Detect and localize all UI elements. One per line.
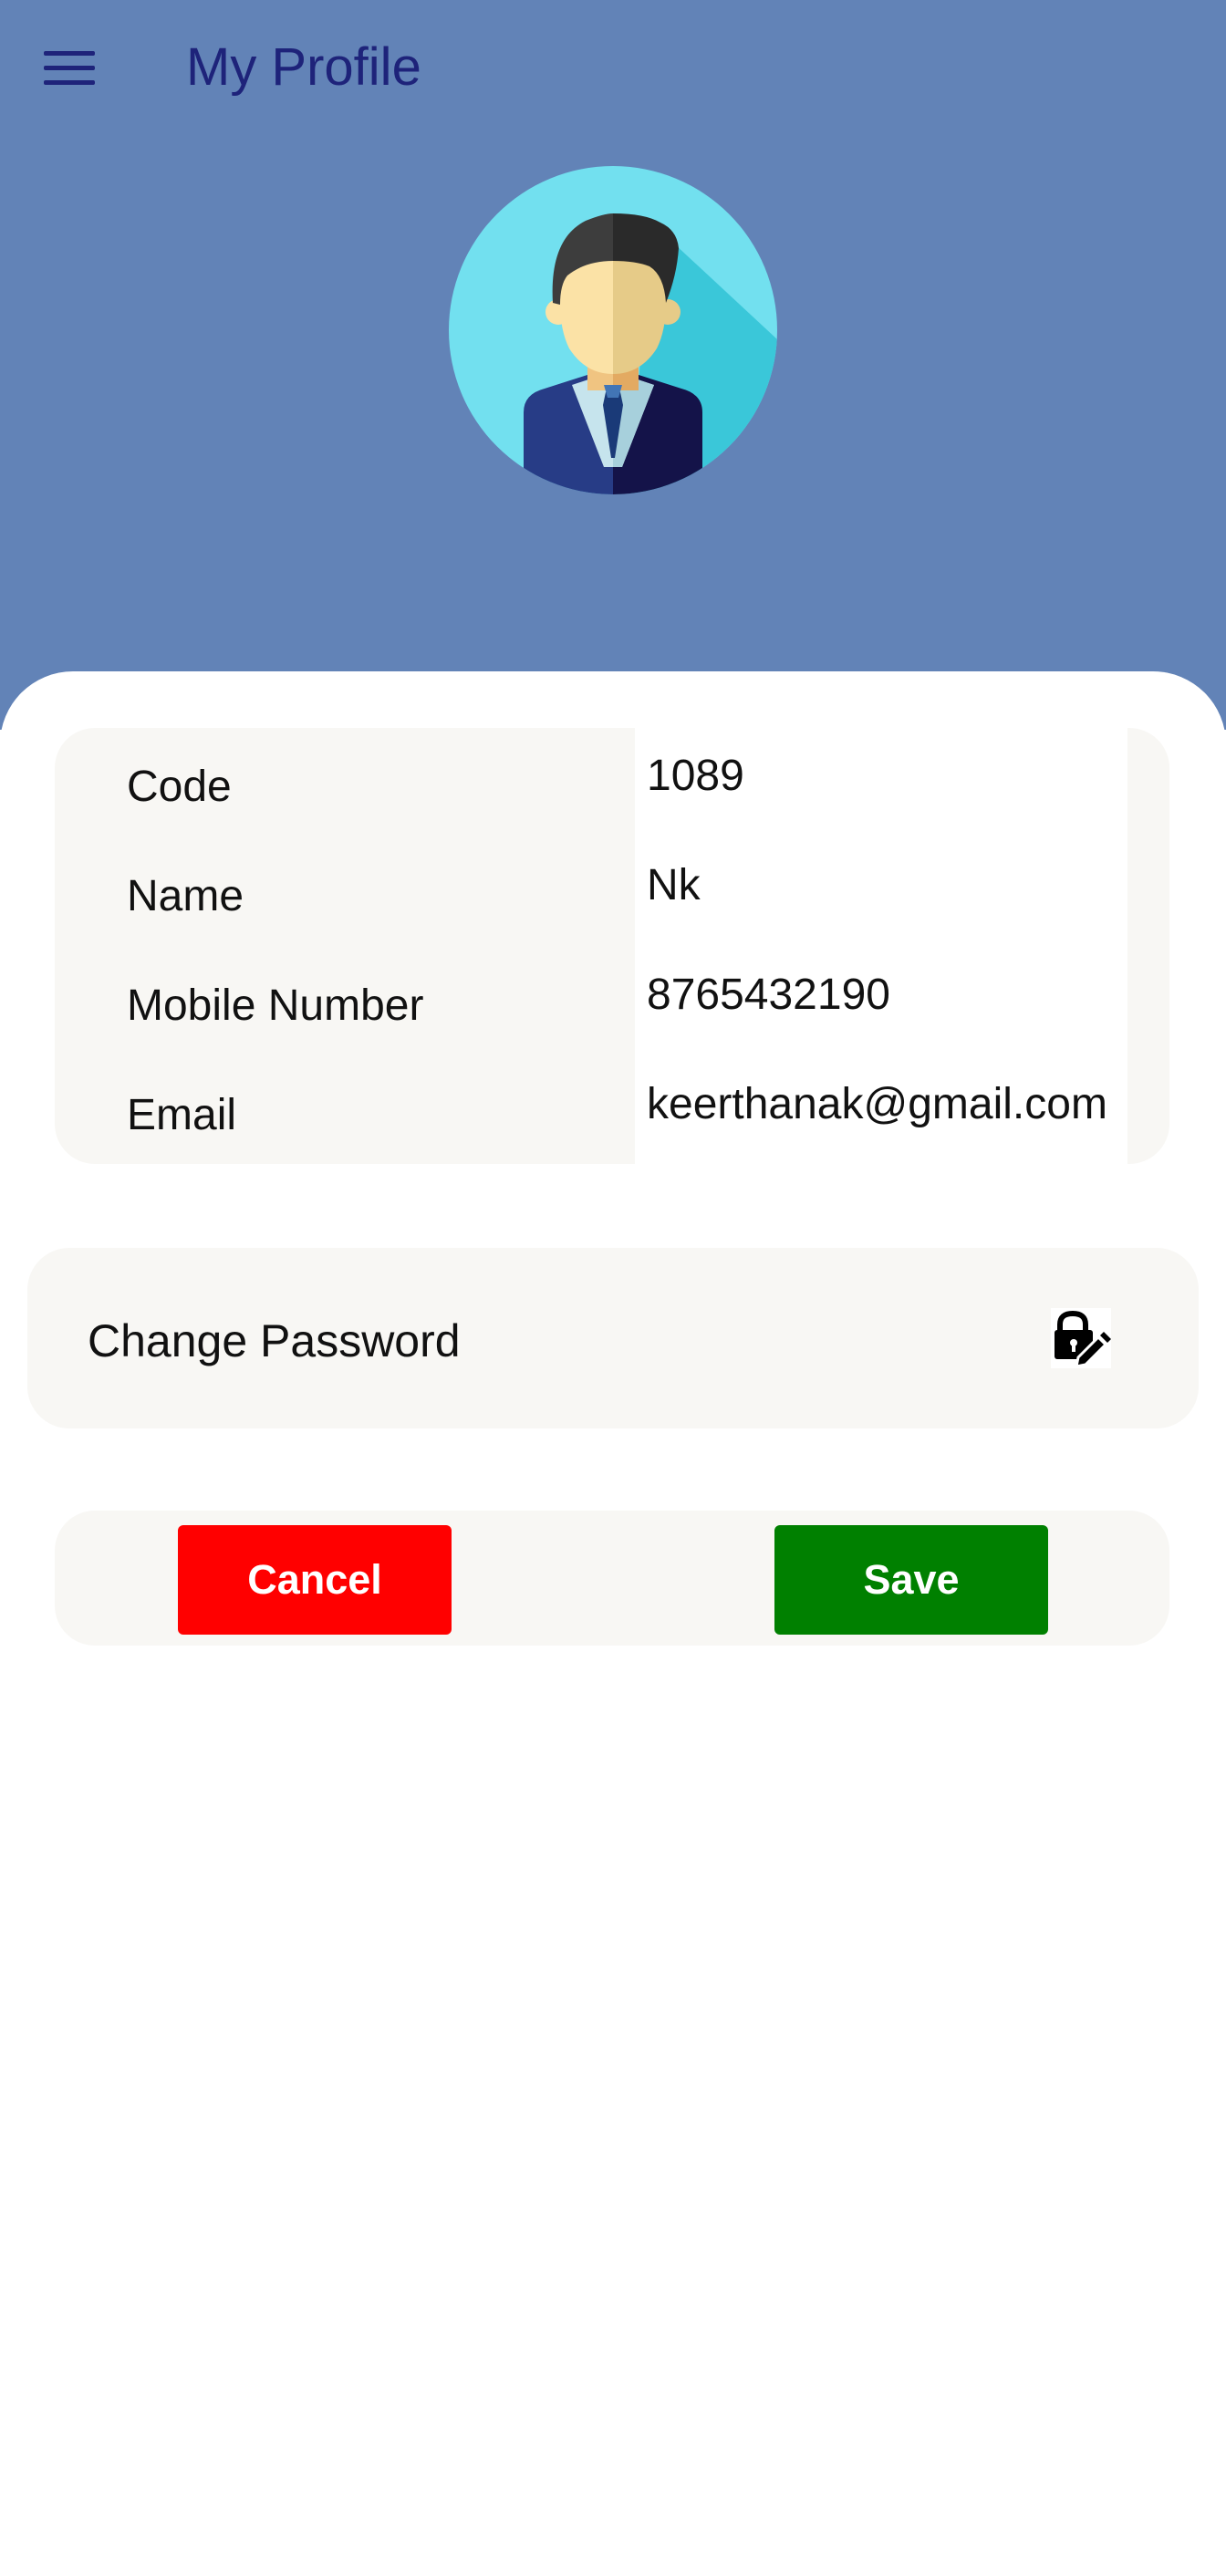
- page-title: My Profile: [186, 37, 421, 97]
- cancel-button[interactable]: Cancel: [178, 1525, 452, 1635]
- code-label: Code: [127, 763, 232, 811]
- avatar-icon: [449, 166, 777, 494]
- lock-edit-icon[interactable]: [1051, 1308, 1111, 1368]
- code-value[interactable]: 1089: [647, 750, 1117, 803]
- change-password-label: Change Password: [88, 1315, 461, 1366]
- profile-header: My Profile: [0, 0, 1226, 730]
- save-button[interactable]: Save: [774, 1525, 1048, 1635]
- menu-icon[interactable]: [35, 40, 108, 95]
- mobile-number-label: Mobile Number: [127, 982, 424, 1030]
- email-value[interactable]: keerthanak@gmail.com: [647, 1078, 1117, 1131]
- name-label: Name: [127, 872, 244, 920]
- menu-icon-line: [44, 79, 95, 85]
- menu-icon-line: [44, 50, 95, 56]
- mobile-number-value[interactable]: 8765432190: [647, 969, 1117, 1022]
- name-value[interactable]: Nk: [647, 859, 1117, 912]
- menu-icon-line: [44, 65, 95, 70]
- email-label: Email: [127, 1091, 237, 1139]
